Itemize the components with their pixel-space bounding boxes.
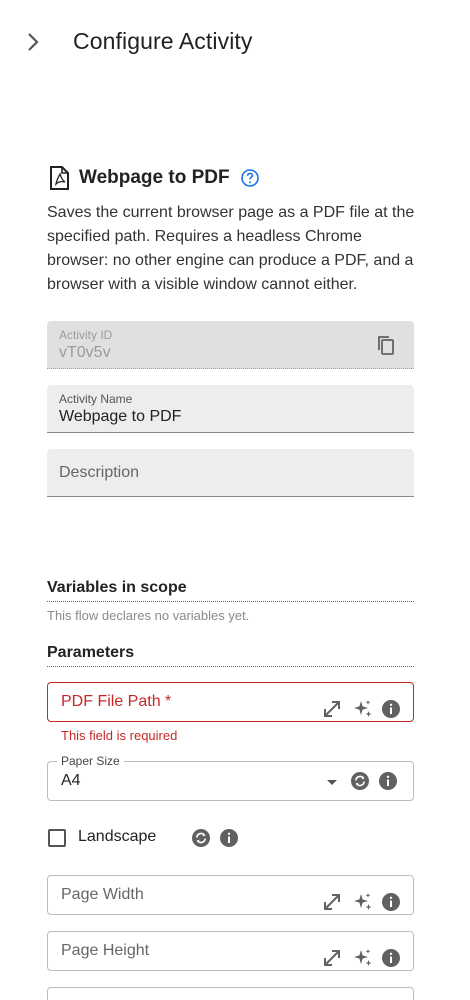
- activity-title: Webpage to PDF: [79, 167, 230, 188]
- variables-section-title: Variables in scope: [47, 579, 414, 602]
- landscape-label: Landscape: [78, 828, 157, 845]
- pdf-file-path-field[interactable]: PDF File Path *: [47, 682, 414, 722]
- page-width-placeholder: Page Width: [61, 886, 144, 903]
- help-icon[interactable]: [240, 168, 260, 188]
- activity-description: Saves the current browser page as a PDF …: [47, 204, 415, 293]
- activity-name-label: Activity Name: [59, 392, 133, 406]
- info-icon[interactable]: [381, 948, 401, 968]
- activity-id-field: Activity ID vT0v5v: [47, 321, 414, 369]
- activity-name-field[interactable]: Activity Name Webpage to PDF: [47, 385, 414, 433]
- sparkle-icon[interactable]: [353, 892, 373, 912]
- info-icon[interactable]: [381, 892, 401, 912]
- activity-id-label: Activity ID: [59, 328, 113, 342]
- next-parameter-field[interactable]: [47, 987, 414, 1000]
- parameters-section-title: Parameters: [47, 644, 414, 667]
- info-icon[interactable]: [219, 828, 239, 848]
- activity-id-value: vT0v5v: [59, 344, 111, 361]
- description-placeholder: Description: [59, 464, 140, 481]
- copy-icon[interactable]: [376, 335, 396, 357]
- page-height-placeholder: Page Height: [61, 942, 150, 959]
- pdf-file-path-error: This field is required: [61, 728, 178, 743]
- reset-icon[interactable]: [350, 771, 370, 791]
- expand-icon[interactable]: [322, 892, 342, 912]
- chevron-right-icon: [28, 33, 39, 51]
- info-icon[interactable]: [378, 771, 398, 791]
- description-field[interactable]: Description: [47, 449, 414, 497]
- reset-icon[interactable]: [191, 828, 211, 848]
- page-title: Configure Activity: [73, 28, 253, 54]
- page-height-field[interactable]: Page Height: [47, 931, 414, 971]
- pdf-file-path-placeholder: PDF File Path *: [61, 693, 172, 710]
- info-icon[interactable]: [381, 699, 401, 719]
- page-width-field[interactable]: Page Width: [47, 875, 414, 915]
- pdf-file-icon: [50, 166, 69, 190]
- expand-icon[interactable]: [322, 699, 342, 719]
- landscape-checkbox[interactable]: [48, 829, 66, 847]
- expand-icon[interactable]: [322, 948, 342, 968]
- paper-size-label: Paper Size: [57, 754, 124, 768]
- activity-name-value[interactable]: Webpage to PDF: [59, 408, 181, 426]
- paper-size-value: A4: [61, 772, 81, 789]
- sparkle-icon[interactable]: [353, 948, 373, 968]
- paper-size-select[interactable]: Paper Size A4: [47, 754, 414, 801]
- dropdown-arrow-icon[interactable]: [322, 772, 342, 792]
- collapse-panel-button[interactable]: [22, 29, 44, 55]
- sparkle-icon[interactable]: [353, 699, 373, 719]
- variables-note: This flow declares no variables yet.: [47, 608, 250, 623]
